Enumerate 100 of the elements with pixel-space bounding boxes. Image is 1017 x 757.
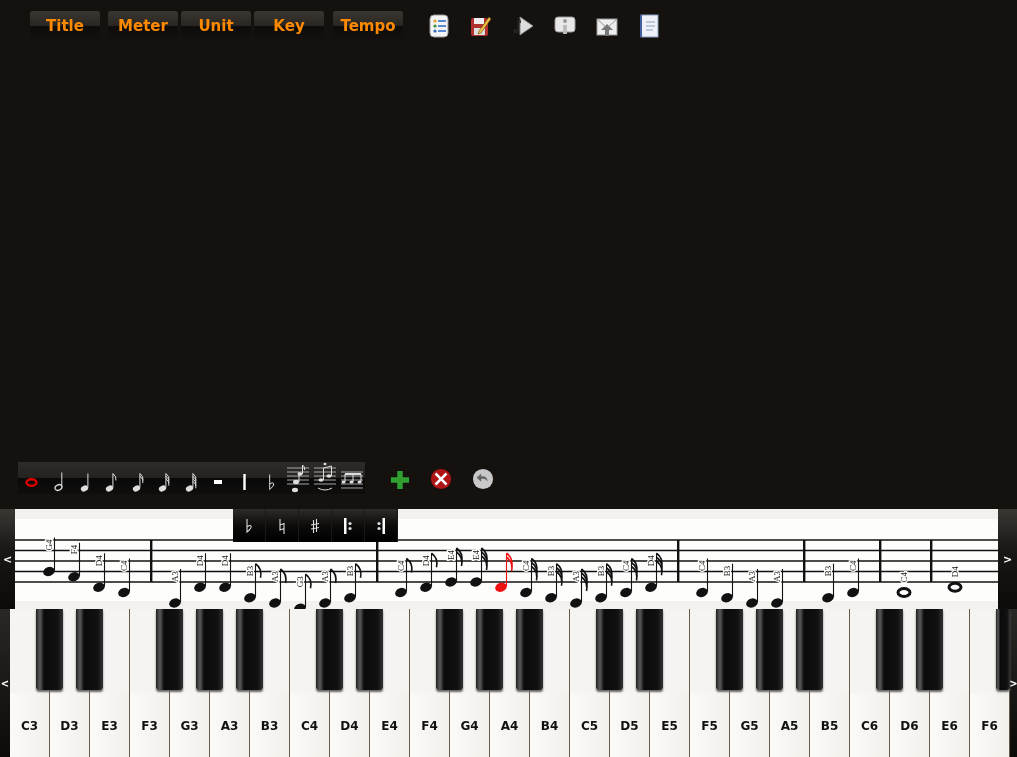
quarter-note[interactable]	[847, 557, 860, 598]
piano-key[interactable]: G3	[170, 693, 209, 757]
scroll-left-button[interactable]: <	[0, 609, 10, 757]
whole-note-button[interactable]	[18, 462, 45, 494]
quarter-note[interactable]	[771, 568, 784, 608]
sharp-key[interactable]	[916, 609, 943, 690]
sharp-key[interactable]	[76, 609, 103, 690]
quarter-note[interactable]	[194, 552, 207, 592]
thirty-second-note[interactable]	[520, 557, 538, 598]
note-label: B3	[823, 565, 833, 577]
key-label: A4	[500, 719, 519, 733]
key-label: B4	[540, 719, 559, 733]
piano-key[interactable]: D6	[890, 693, 929, 757]
piano-key[interactable]: E5	[650, 693, 689, 757]
sharp-key[interactable]	[196, 609, 223, 690]
piano-key[interactable]: D3	[50, 693, 89, 757]
piano-key[interactable]: F4	[410, 693, 449, 757]
document-icon[interactable]	[638, 14, 660, 38]
sharp-key[interactable]	[636, 609, 663, 690]
sharp-key[interactable]	[596, 609, 623, 690]
piano-key[interactable]: F3	[130, 693, 169, 757]
piano-key[interactable]: A3	[210, 693, 249, 757]
piano-key[interactable]: A5	[770, 693, 809, 757]
quarter-note[interactable]	[93, 552, 106, 592]
piano-key[interactable]: C6	[850, 693, 889, 757]
piano-key[interactable]: E3	[90, 693, 129, 757]
eighth-note[interactable]	[344, 562, 362, 603]
quarter-note[interactable]	[169, 568, 182, 608]
scroll-right-button[interactable]: >	[1010, 609, 1017, 757]
eighth-note[interactable]	[244, 562, 262, 603]
natural-button[interactable]	[266, 509, 299, 542]
sharp-key[interactable]	[796, 609, 823, 690]
beamed-notes-button[interactable]	[338, 462, 365, 494]
floppy-pencil-icon[interactable]	[470, 14, 492, 38]
eighth-note[interactable]	[294, 573, 312, 609]
piano-key[interactable]: C5	[570, 693, 609, 757]
repeat-start-button[interactable]	[332, 509, 365, 542]
repeat-end-button[interactable]	[365, 509, 398, 542]
scroll-left-button[interactable]: <	[0, 509, 15, 609]
whole-note[interactable]	[896, 587, 912, 598]
piano-key[interactable]: F5	[690, 693, 729, 757]
eighth-note[interactable]	[395, 557, 413, 598]
piano-key[interactable]: B5	[810, 693, 849, 757]
sixteenth-note[interactable]	[495, 552, 513, 592]
sharp-key[interactable]	[236, 609, 263, 690]
piano-key[interactable]: D4	[330, 693, 369, 757]
piano-key[interactable]: G4	[450, 693, 489, 757]
piano-key[interactable]: G5	[730, 693, 769, 757]
delete-icon[interactable]	[429, 468, 452, 490]
note-label: D4	[646, 555, 656, 567]
note-label: A3	[747, 571, 757, 582]
key-label: E4	[381, 719, 398, 733]
eighth-note[interactable]	[319, 568, 337, 608]
piano-key[interactable]: B4	[530, 693, 569, 757]
sharp-key[interactable]	[876, 609, 903, 690]
sharp-key[interactable]	[356, 609, 383, 690]
quarter-note[interactable]	[68, 542, 81, 582]
key-label: D5	[620, 719, 639, 733]
quarter-note[interactable]	[696, 557, 709, 598]
piano-key[interactable]: C4	[290, 693, 329, 757]
note-label: E4	[471, 550, 481, 560]
flat-button[interactable]	[233, 509, 266, 542]
quarter-note[interactable]	[721, 563, 734, 603]
add-icon[interactable]	[389, 470, 410, 490]
piano-key[interactable]: E4	[370, 693, 409, 757]
thirty-second-note[interactable]	[570, 568, 588, 608]
piano-key[interactable]: D5	[610, 693, 649, 757]
list-icon[interactable]	[428, 14, 450, 38]
key-label: D4	[340, 719, 359, 733]
key-label: G5	[740, 719, 759, 733]
repeat-end-icon	[375, 515, 387, 536]
quarter-note[interactable]	[118, 557, 131, 598]
sixteenth-note[interactable]	[445, 547, 463, 587]
scroll-right-button[interactable]: >	[998, 509, 1017, 609]
piano-key[interactable]: C3	[10, 693, 49, 757]
music-play-icon[interactable]	[512, 14, 534, 38]
sharp-key[interactable]	[476, 609, 503, 690]
whole-note[interactable]	[947, 581, 963, 593]
sharp-key[interactable]	[516, 609, 543, 690]
thirty-second-note[interactable]	[545, 562, 563, 603]
sharp-button[interactable]	[299, 509, 332, 542]
piano-key[interactable]: E6	[930, 693, 969, 757]
piano-key[interactable]: B3	[250, 693, 289, 757]
thirty-second-note[interactable]	[470, 547, 488, 587]
sharp-key[interactable]	[36, 609, 63, 690]
thirty-second-note[interactable]	[595, 562, 613, 603]
quarter-note[interactable]	[746, 568, 759, 608]
quarter-note[interactable]	[219, 552, 232, 592]
piano-key[interactable]: F6	[970, 693, 1009, 757]
eighth-note[interactable]	[420, 552, 438, 592]
undo-icon[interactable]	[471, 468, 494, 490]
sharp-key[interactable]	[436, 609, 463, 690]
thirty-second-note[interactable]	[620, 557, 638, 598]
piano-key[interactable]: A4	[490, 693, 529, 757]
quarter-note[interactable]	[43, 536, 56, 577]
note-label: B3	[245, 565, 255, 577]
quarter-note[interactable]	[822, 563, 835, 603]
eighth-note[interactable]	[269, 568, 287, 608]
key-label: D6	[900, 719, 919, 733]
thirty-second-note[interactable]	[645, 552, 663, 592]
